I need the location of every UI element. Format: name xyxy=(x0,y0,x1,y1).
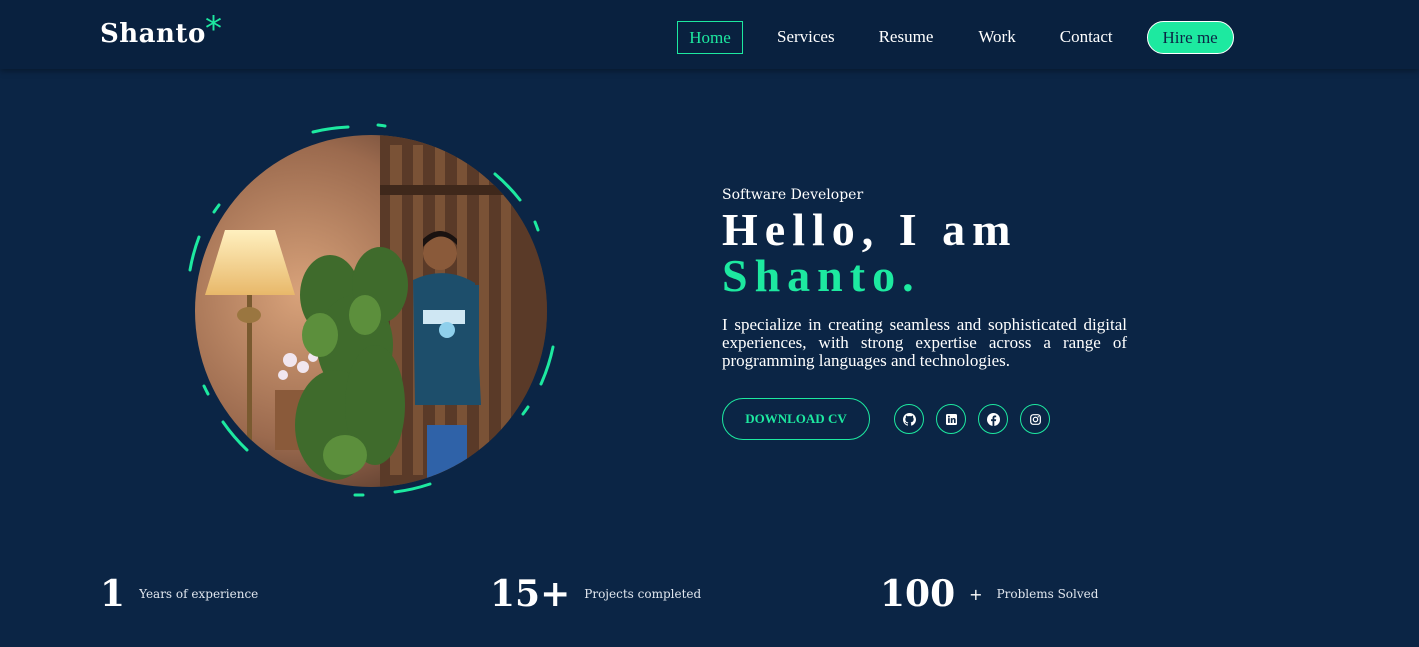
nav-resume-link[interactable]: Resume xyxy=(879,21,934,54)
decorative-ring xyxy=(188,123,555,497)
stat-experience-label: Years of experience xyxy=(139,587,259,601)
logo-asterisk-icon: * xyxy=(205,9,222,49)
navbar: Shanto * Home Services Resume Work Conta… xyxy=(0,0,1419,69)
nav-links: Home Services Resume Work Contact Hire m… xyxy=(677,21,1234,54)
github-icon[interactable] xyxy=(894,404,924,434)
logo-text[interactable]: Shanto xyxy=(100,19,206,49)
stat-problems: 100 + Problems Solved xyxy=(880,573,1098,615)
hero-role: Software Developer xyxy=(722,187,864,203)
portrait-frame xyxy=(185,122,559,498)
hire-me-button[interactable]: Hire me xyxy=(1146,21,1234,54)
hero-name: Shanto. xyxy=(722,250,921,301)
stat-projects-value: 15+ xyxy=(490,573,571,615)
stat-problems-label: Problems Solved xyxy=(996,587,1099,601)
hero-text: Software Developer Hello, I am Shanto. I… xyxy=(722,187,1127,440)
nav-services-link[interactable]: Services xyxy=(777,21,835,54)
stat-problems-suffix: + xyxy=(969,584,983,604)
stat-experience-value: 1 xyxy=(100,573,126,615)
nav-home-link[interactable]: Home xyxy=(677,21,743,54)
nav-work-link[interactable]: Work xyxy=(978,21,1015,54)
stat-problems-value: 100 xyxy=(880,573,956,615)
stat-projects-label: Projects completed xyxy=(584,587,702,601)
download-cv-button[interactable]: DOWNLOAD CV xyxy=(722,398,870,440)
hero-description: I specialize in creating seamless and so… xyxy=(722,315,1127,370)
hero-actions: DOWNLOAD CV xyxy=(722,398,1127,440)
social-links xyxy=(894,404,1062,434)
facebook-icon[interactable] xyxy=(978,404,1008,434)
hero-greeting: Hello, I am xyxy=(722,204,1018,255)
stat-projects: 15+ Projects completed xyxy=(490,573,701,615)
instagram-icon[interactable] xyxy=(1020,404,1050,434)
stat-experience: 1 Years of experience xyxy=(100,573,258,615)
linkedin-icon[interactable] xyxy=(936,404,966,434)
nav-contact-link[interactable]: Contact xyxy=(1060,21,1113,54)
